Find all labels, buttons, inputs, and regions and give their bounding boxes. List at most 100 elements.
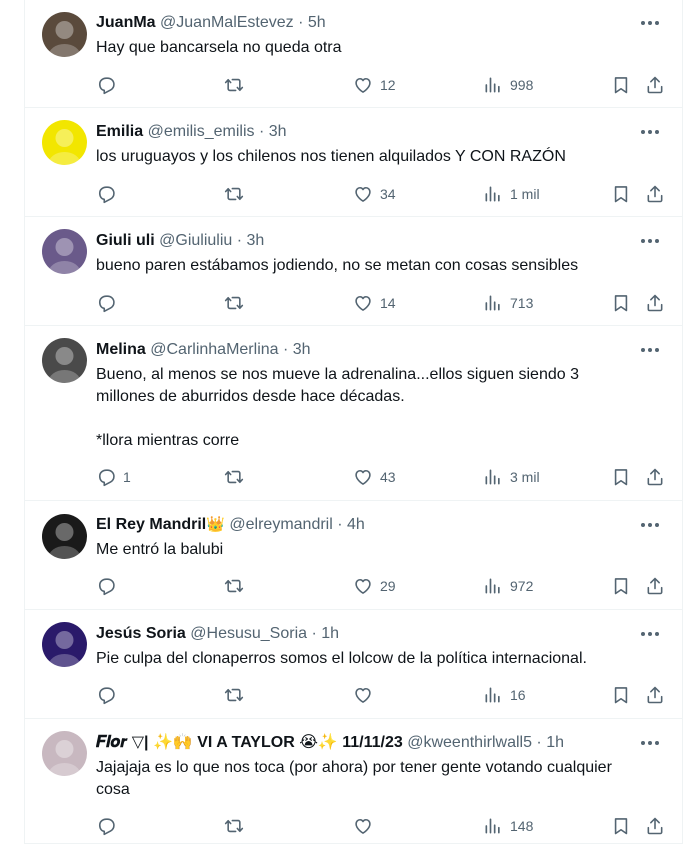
retweet-button[interactable] — [224, 183, 244, 205]
more-icon[interactable] — [638, 340, 662, 360]
reply-button[interactable] — [96, 575, 123, 597]
bookmark-button[interactable] — [611, 815, 631, 837]
like-count: 12 — [380, 77, 396, 93]
avatar[interactable] — [42, 731, 87, 776]
share-button[interactable] — [645, 183, 665, 205]
bookmark-button[interactable] — [611, 684, 631, 706]
share-button[interactable] — [645, 292, 665, 314]
views-button[interactable]: 1 mil — [483, 183, 540, 205]
user-handle[interactable]: @CarlinhaMerlina — [150, 341, 278, 358]
like-button[interactable]: 12 — [353, 74, 396, 96]
views-button[interactable]: 713 — [483, 292, 533, 314]
user-handle[interactable]: @Giuliuliu — [159, 232, 232, 249]
timestamp[interactable]: 5h — [308, 14, 326, 31]
avatar[interactable] — [42, 12, 87, 57]
bookmark-button[interactable] — [611, 74, 631, 96]
timestamp[interactable]: 3h — [293, 341, 311, 358]
avatar[interactable] — [42, 338, 87, 383]
like-button[interactable] — [353, 684, 380, 706]
tweet-actions: 14 713 — [96, 292, 664, 314]
bookmark-button[interactable] — [611, 575, 631, 597]
avatar[interactable] — [42, 229, 87, 274]
share-button[interactable] — [645, 466, 665, 488]
timestamp[interactable]: 3h — [247, 232, 265, 249]
heart-icon — [355, 186, 371, 202]
share-icon — [647, 294, 663, 312]
more-icon[interactable] — [638, 231, 662, 251]
display-name[interactable]: Giuli uli — [96, 232, 155, 249]
more-icon[interactable] — [638, 515, 662, 535]
like-button[interactable] — [353, 815, 380, 837]
views-button[interactable]: 3 mil — [483, 466, 540, 488]
retweet-button[interactable] — [224, 575, 244, 597]
tweet-text: Pie culpa del clonaperros somos el lolco… — [96, 650, 587, 667]
display-name[interactable]: El Rey Mandril — [96, 516, 206, 533]
like-button[interactable]: 43 — [353, 466, 396, 488]
views-button[interactable]: 16 — [483, 684, 526, 706]
retweet-button[interactable] — [224, 292, 244, 314]
timestamp[interactable]: 1h — [546, 734, 564, 751]
like-button[interactable]: 34 — [353, 183, 396, 205]
timestamp[interactable]: 4h — [347, 516, 365, 533]
user-handle[interactable]: @Hesusu_Soria — [190, 625, 307, 642]
views-icon — [485, 818, 500, 834]
avatar[interactable] — [42, 120, 87, 165]
share-button[interactable] — [645, 74, 665, 96]
display-name[interactable]: Melina — [96, 341, 146, 358]
retweet-button[interactable] — [224, 684, 244, 706]
bookmark-button[interactable] — [611, 466, 631, 488]
reply-icon — [98, 818, 115, 836]
share-button[interactable] — [645, 575, 665, 597]
view-count: 972 — [510, 578, 534, 594]
share-button[interactable] — [645, 684, 665, 706]
views-button[interactable]: 972 — [483, 575, 533, 597]
timestamp[interactable]: 1h — [321, 625, 339, 642]
user-handle[interactable]: @kweenthirlwall5 — [407, 734, 532, 751]
avatar[interactable] — [42, 622, 87, 667]
user-handle[interactable]: @emilis_emilis — [148, 123, 255, 140]
display-name[interactable]: Emilia — [96, 123, 143, 140]
reply-button[interactable] — [96, 74, 123, 96]
tweet[interactable]: JuanMa @JuanMalEstevez · 5h Hay que banc… — [25, 0, 682, 108]
tweet[interactable]: 𝑭𝒍𝒐𝒓 ▽| ✨🙌 VI A TAYLOR 😭✨ 11/11/23 @kwee… — [25, 719, 682, 844]
bookmark-button[interactable] — [611, 183, 631, 205]
more-icon[interactable] — [638, 122, 662, 142]
avatar[interactable] — [42, 514, 87, 559]
view-count: 3 mil — [510, 469, 540, 485]
display-name[interactable]: Jesús Soria — [96, 625, 186, 642]
reply-button[interactable] — [96, 292, 123, 314]
tweet[interactable]: Emilia @emilis_emilis · 3h los uruguayos… — [25, 108, 682, 217]
like-button[interactable]: 14 — [353, 292, 396, 314]
like-button[interactable]: 29 — [353, 575, 396, 597]
views-button[interactable]: 998 — [483, 74, 533, 96]
tweet-text: Bueno, al menos se nos mueve la adrenali… — [96, 366, 579, 449]
timestamp[interactable]: 3h — [269, 123, 287, 140]
tweet[interactable]: El Rey Mandril👑 @elreymandril · 4h Me en… — [25, 501, 682, 610]
retweet-button[interactable] — [224, 74, 244, 96]
tweet[interactable]: Giuli uli @Giuliuliu · 3h bueno paren es… — [25, 217, 682, 326]
reply-button[interactable] — [96, 815, 123, 837]
more-icon[interactable] — [638, 13, 662, 33]
retweet-button[interactable] — [224, 815, 244, 837]
tweet[interactable]: Jesús Soria @Hesusu_Soria · 1h Pie culpa… — [25, 610, 682, 719]
user-handle[interactable]: @JuanMalEstevez — [160, 14, 294, 31]
reply-button[interactable]: 1 — [96, 466, 131, 488]
avatar-image — [42, 120, 87, 165]
reply-button[interactable] — [96, 183, 123, 205]
share-button[interactable] — [645, 815, 665, 837]
user-handle[interactable]: @elreymandril — [229, 516, 332, 533]
display-name[interactable]: 𝑭𝒍𝒐𝒓 ▽| ✨🙌 VI A TAYLOR 😭✨ 11/11/23 — [96, 734, 403, 751]
more-icon[interactable] — [638, 624, 662, 644]
share-icon — [647, 577, 663, 595]
view-count: 713 — [510, 295, 534, 311]
separator-dot: · — [236, 232, 243, 249]
retweet-button[interactable] — [224, 466, 244, 488]
heart-icon — [355, 578, 371, 594]
display-name[interactable]: JuanMa — [96, 14, 156, 31]
more-icon[interactable] — [638, 733, 662, 753]
bookmark-button[interactable] — [611, 292, 631, 314]
tweet-actions: 148 — [96, 815, 664, 837]
tweet[interactable]: Melina @CarlinhaMerlina · 3h Bueno, al m… — [25, 326, 682, 501]
views-button[interactable]: 148 — [483, 815, 533, 837]
reply-button[interactable] — [96, 684, 123, 706]
